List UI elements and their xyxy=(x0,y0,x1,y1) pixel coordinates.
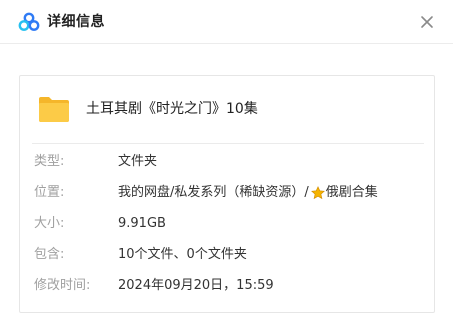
type-row: 类型: 文件夹 xyxy=(20,151,434,173)
close-icon xyxy=(421,16,433,28)
file-header: 土耳其剧《时光之门》10集 xyxy=(20,76,434,143)
type-value: 文件夹 xyxy=(118,154,158,169)
baidu-netdisk-logo-icon xyxy=(18,12,40,32)
contains-row: 包含: 10个文件、0个文件夹 xyxy=(20,244,434,266)
modified-value: 2024年09月20日，15:59 xyxy=(118,278,274,293)
size-row: 大小: 9.91GB xyxy=(20,213,434,235)
divider xyxy=(32,143,424,144)
location-row: 位置: 我的网盘/私发系列（稀缺资源）/ 俄剧合集 xyxy=(20,182,434,204)
location-folder[interactable]: 俄剧合集 xyxy=(326,182,378,204)
contains-label: 包含: xyxy=(34,247,65,262)
star-icon xyxy=(310,186,325,200)
type-label: 类型: xyxy=(34,154,65,169)
location-label: 位置: xyxy=(34,185,65,200)
location-path[interactable]: 我的网盘/私发系列（稀缺资源）/ xyxy=(118,182,309,204)
folder-icon xyxy=(38,95,70,123)
size-label: 大小: xyxy=(34,216,65,231)
title-bar: 详细信息 xyxy=(0,0,453,44)
size-value: 9.91GB xyxy=(118,216,166,231)
contains-value: 10个文件、0个文件夹 xyxy=(118,247,247,262)
details-card: 土耳其剧《时光之门》10集 类型: 文件夹 位置: 我的网盘/私发系列（稀缺资源… xyxy=(19,75,435,313)
location-value: 我的网盘/私发系列（稀缺资源）/ 俄剧合集 xyxy=(118,182,378,204)
modified-label: 修改时间: xyxy=(34,278,91,293)
modified-row: 修改时间: 2024年09月20日，15:59 xyxy=(20,275,434,297)
close-button[interactable] xyxy=(415,10,439,34)
dialog-title: 详细信息 xyxy=(47,14,105,30)
file-name: 土耳其剧《时光之门》10集 xyxy=(86,101,258,117)
